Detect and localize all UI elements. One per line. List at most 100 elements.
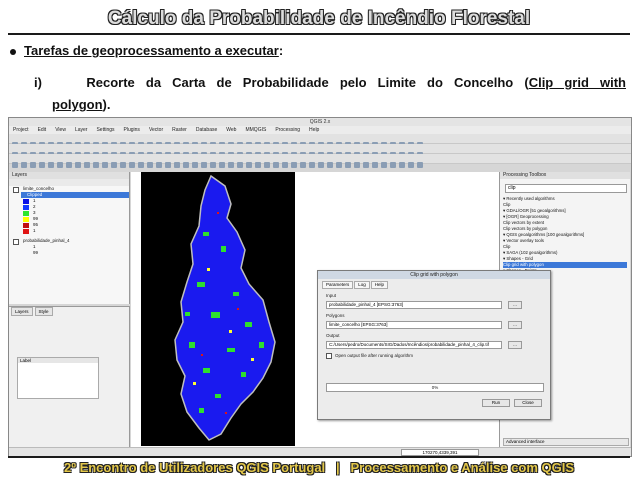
menu-item[interactable]: Edit [38,127,47,133]
toolbar-button-icon[interactable] [318,162,324,168]
toolbar-icons[interactable] [12,155,628,168]
clip-dialog: Clip grid with polygon Parameters Log Help… [317,270,551,420]
toolbar-2 [9,144,631,158]
toolbar-button-icon[interactable] [21,162,27,168]
tab-help[interactable]: Help [370,281,389,289]
menu-item[interactable]: Vector [149,127,163,133]
toolbar-button-icon[interactable] [39,162,45,168]
legend-classes: 1 2 3 99 95 1 [9,198,129,238]
toolbar-button-icon[interactable] [408,162,414,168]
menu-item[interactable]: Project [13,127,29,133]
toolbox-search-input[interactable]: clip [505,184,627,193]
qgis-window: QGIS 2.x Project Edit View Layer Settings Plu… [8,117,632,457]
toolbar-button-icon[interactable] [201,162,207,168]
menu-item[interactable]: MMQGIS [245,127,266,133]
toolbar-button-icon[interactable] [390,162,396,168]
subitem-link-part-b[interactable]: polygon [52,97,103,112]
toolbar-button-icon[interactable] [372,162,378,168]
toolbar-button-icon[interactable] [48,162,54,168]
legend-swatch [23,229,29,234]
tab-style[interactable]: Style [34,307,53,316]
toolbar-button-icon[interactable] [30,162,36,168]
toolbar-button-icon[interactable] [147,162,153,168]
toolbar-button-icon[interactable] [336,162,342,168]
toolbar-button-icon[interactable] [165,162,171,168]
toolbar-button-icon[interactable] [228,162,234,168]
toolbar-icons[interactable] [12,135,628,148]
legend-label: 1 [33,228,36,233]
menu-item[interactable]: Processing [275,127,300,133]
toolbar-button-icon[interactable] [399,162,405,168]
tab-parameters[interactable]: Parameters [322,281,354,289]
layers-panel: Layers limite_concelho Clipped 1 2 3 99 95 1 … [9,172,130,304]
toolbar-button-icon[interactable] [93,162,99,168]
toolbar-button-icon[interactable] [264,162,270,168]
polygons-browse-button[interactable]: ... [508,321,522,329]
toolbar-button-icon[interactable] [309,162,315,168]
toolbar-button-icon[interactable] [327,162,333,168]
toolbar-icons[interactable] [12,145,628,158]
menu-item[interactable]: Help [309,127,319,133]
bullet-link[interactable]: Tarefas de geoprocessamento a executar [24,43,279,58]
toolbar-button-icon[interactable] [84,162,90,168]
legend-label: 2 [33,204,36,209]
toolbar-button-icon[interactable] [12,162,18,168]
legend-swatch [23,199,29,204]
checkbox-box[interactable] [326,353,332,359]
menu-item[interactable]: Settings [96,127,114,133]
toolbar-button-icon[interactable] [417,162,423,168]
tab-log[interactable]: Log [354,281,370,289]
coordinate-readout[interactable]: 170270,4339,391 [401,449,479,456]
toolbar-button-icon[interactable] [291,162,297,168]
menu-item[interactable]: Layer [75,127,88,133]
toolbar-button-icon[interactable] [246,162,252,168]
subitem-link-part-a[interactable]: Clip grid with [529,75,626,90]
menu-item[interactable]: Web [226,127,236,133]
input-browse-button[interactable]: ... [508,301,522,309]
run-button[interactable]: Run [482,399,510,407]
toolbar-button-icon[interactable] [120,162,126,168]
toolbar-button-icon[interactable] [129,162,135,168]
toolbar-button-icon[interactable] [183,162,189,168]
layer-name: probabilidade_pinhal_4 [23,238,70,243]
toolbar-button-icon[interactable] [57,162,63,168]
menu-item[interactable]: Plugins [124,127,140,133]
layers-panel-title: Layers [9,172,129,179]
layers-panel-toolbar[interactable] [9,179,129,186]
toolbar-button-icon[interactable] [102,162,108,168]
bullet-tarefas: Tarefas de geoprocessamento a executar: [10,43,283,58]
toolbar-button-icon[interactable] [219,162,225,168]
close-button[interactable]: Close [514,399,542,407]
polygons-combo[interactable]: limite_concelho [EPSG:3763] [326,321,502,329]
input-combo[interactable]: probabilidade_pinhal_4 [EPSG:3763] [326,301,502,309]
advanced-interface-dropdown[interactable]: Advanced interface [503,438,629,446]
toolbar-button-icon[interactable] [282,162,288,168]
toolbar-button-icon[interactable] [174,162,180,168]
legend-swatch [23,211,29,216]
output-path-field[interactable]: C:/Users/pedro/Documents/SIG/Dados/Incên… [326,341,502,349]
toolbar-button-icon[interactable] [300,162,306,168]
toolbar-button-icon[interactable] [354,162,360,168]
toolbar-button-icon[interactable] [156,162,162,168]
clipped-raster-map [174,174,276,441]
toolbar-button-icon[interactable] [255,162,261,168]
toolbar-button-icon[interactable] [210,162,216,168]
toolbar-button-icon[interactable] [363,162,369,168]
toolbar-button-icon[interactable] [75,162,81,168]
toolbar-button-icon[interactable] [111,162,117,168]
toolbar-button-icon[interactable] [192,162,198,168]
menu-item[interactable]: View [55,127,66,133]
style-list[interactable]: Label [17,357,99,399]
menu-item[interactable]: Database [196,127,217,133]
tab-layers[interactable]: Layers [11,307,33,316]
output-browse-button[interactable]: ... [508,341,522,349]
toolbar-button-icon[interactable] [273,162,279,168]
toolbar-button-icon[interactable] [237,162,243,168]
toolbar-button-icon[interactable] [381,162,387,168]
toolbar-button-icon[interactable] [66,162,72,168]
menu-item[interactable]: Raster [172,127,187,133]
layer-visibility-checkbox[interactable] [13,187,19,193]
open-output-checkbox[interactable]: Open output file after running algorithm [326,353,413,359]
toolbar-button-icon[interactable] [138,162,144,168]
toolbar-button-icon[interactable] [345,162,351,168]
